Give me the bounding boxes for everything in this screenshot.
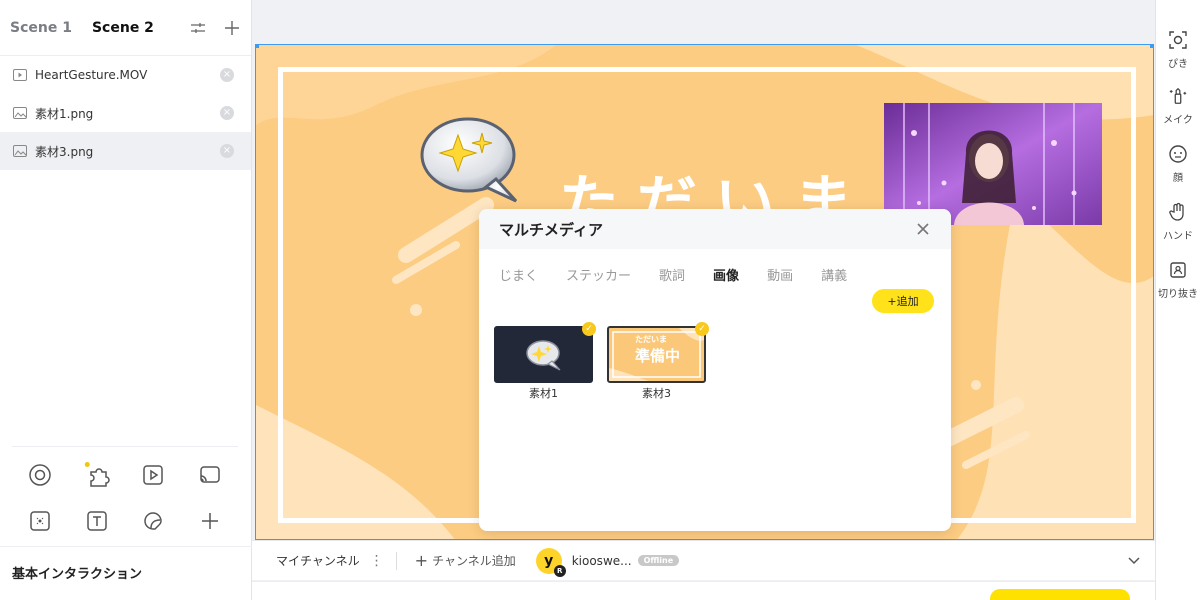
thumbnail-label: 素材1 [529,387,558,400]
image-thumbnail-sozai3[interactable]: ただいま 準備中 [607,326,706,383]
sliders-icon[interactable] [189,19,207,37]
sparkle-bubble-icon[interactable] [418,113,524,209]
asset-item-sozai1[interactable]: 素材1.png × [0,94,251,132]
plus-icon: + [414,551,429,570]
divider [395,551,397,570]
text-tool-icon[interactable] [69,509,126,533]
image-thumbnail-sozai1[interactable] [494,326,593,383]
cast-screen-icon[interactable] [182,463,239,487]
camera-source-icon[interactable] [12,463,69,487]
right-toolbar: ぴき メイク 顔 ハンド 切り抜き [1155,0,1200,600]
resize-handle[interactable] [256,45,259,48]
avatar-letter: y [544,552,554,569]
tab-lyrics[interactable]: 歌詞 [659,265,685,284]
tab-scene-1[interactable]: Scene 1 [10,20,72,36]
multimedia-dialog: マルチメディア じまく ステッカー 歌詞 画像 動画 講義 +追加 ✓ 素材1 … [479,209,951,531]
tool-grid [12,446,238,533]
dialog-header: マルチメディア [479,209,951,249]
remove-asset-icon[interactable]: × [220,144,234,158]
close-icon[interactable] [915,221,931,237]
video-player-icon[interactable] [125,463,182,487]
right-tool-item[interactable]: 顔 [1156,114,1200,184]
dialog-tabs: じまく ステッカー 歌詞 画像 動画 講義 [479,249,951,284]
avatar-badge: R [553,564,566,577]
remove-asset-icon[interactable]: × [220,106,234,120]
asset-name: 素材3.png [35,144,94,159]
more-options-icon[interactable]: ⋮ [370,553,384,569]
puzzle-icon[interactable] [69,462,126,487]
remove-asset-icon[interactable]: × [220,68,234,82]
asset-list: HeartGesture.MOV × 素材1.png × 素材3.png × [0,56,251,170]
channel-bar: マイチャンネル ⋮ + チャンネル追加 y R kiooswe... Offli… [252,540,1155,580]
add-image-button[interactable]: +追加 [872,289,934,313]
right-tool-item[interactable]: 切り抜き [1156,230,1200,300]
asset-item-sozai3[interactable]: 素材3.png × [0,132,251,170]
face-scan-icon [1168,30,1188,50]
video-file-icon [13,69,27,81]
username: kiooswe... [571,553,632,568]
thumbnail-label: 素材3 [642,387,671,400]
scene-tabs: Scene 1 Scene 2 [0,0,251,56]
right-tool-item[interactable]: メイク [1156,56,1200,126]
focus-frame-icon[interactable] [12,509,69,533]
makeup-icon [1168,86,1188,106]
add-source-icon[interactable] [182,509,239,533]
image-file-icon [13,107,27,119]
right-tool-item[interactable]: ぴき [1156,0,1200,70]
tab-lecture[interactable]: 講義 [821,265,847,284]
my-channel-label[interactable]: マイチャンネル [276,552,360,569]
asset-name: 素材1.png [35,106,94,121]
tab-stickers[interactable]: ステッカー [566,265,631,284]
tab-videos[interactable]: 動画 [767,265,793,284]
image-file-icon [13,145,27,157]
hand-icon [1168,202,1188,222]
checkmark-icon: ✓ [582,322,596,336]
add-scene-icon[interactable] [223,19,241,37]
resize-handle[interactable] [1150,45,1153,48]
face-icon [1168,144,1188,164]
section-title: 基本インタラクション [12,567,143,582]
thumb-mini-title: 準備中 [635,347,681,365]
tab-images[interactable]: 画像 [713,265,739,284]
sticker-icon[interactable] [125,509,182,533]
add-channel-button[interactable]: + チャンネル追加 [415,551,516,570]
camera-feed-image[interactable] [884,103,1102,225]
basic-interaction-section: 基本インタラクション [0,546,252,582]
scene-tools [189,19,241,37]
asset-item-heartgesture[interactable]: HeartGesture.MOV × [0,56,251,94]
tab-subtitles[interactable]: じまく [499,265,538,284]
add-channel-label: チャンネル追加 [432,554,516,568]
go-live-button[interactable] [990,589,1130,600]
bottom-toolbar [252,581,1155,600]
right-tool-item[interactable]: ハンド [1156,172,1200,242]
asset-name: HeartGesture.MOV [35,68,148,82]
right-tool-label: 切り抜き [1158,289,1198,300]
avatar[interactable]: y R [535,547,566,577]
cutout-icon [1168,260,1188,280]
tab-scene-2[interactable]: Scene 2 [92,20,154,36]
thumb-mini-subtitle: ただいま [635,335,667,344]
dialog-title: マルチメディア [499,220,603,239]
checkmark-icon: ✓ [695,322,709,336]
left-panel: Scene 1 Scene 2 HeartGesture.MOV × 素材1.p… [0,0,252,600]
status-badge: Offline [637,555,680,566]
chevron-down-icon[interactable] [1127,553,1141,570]
